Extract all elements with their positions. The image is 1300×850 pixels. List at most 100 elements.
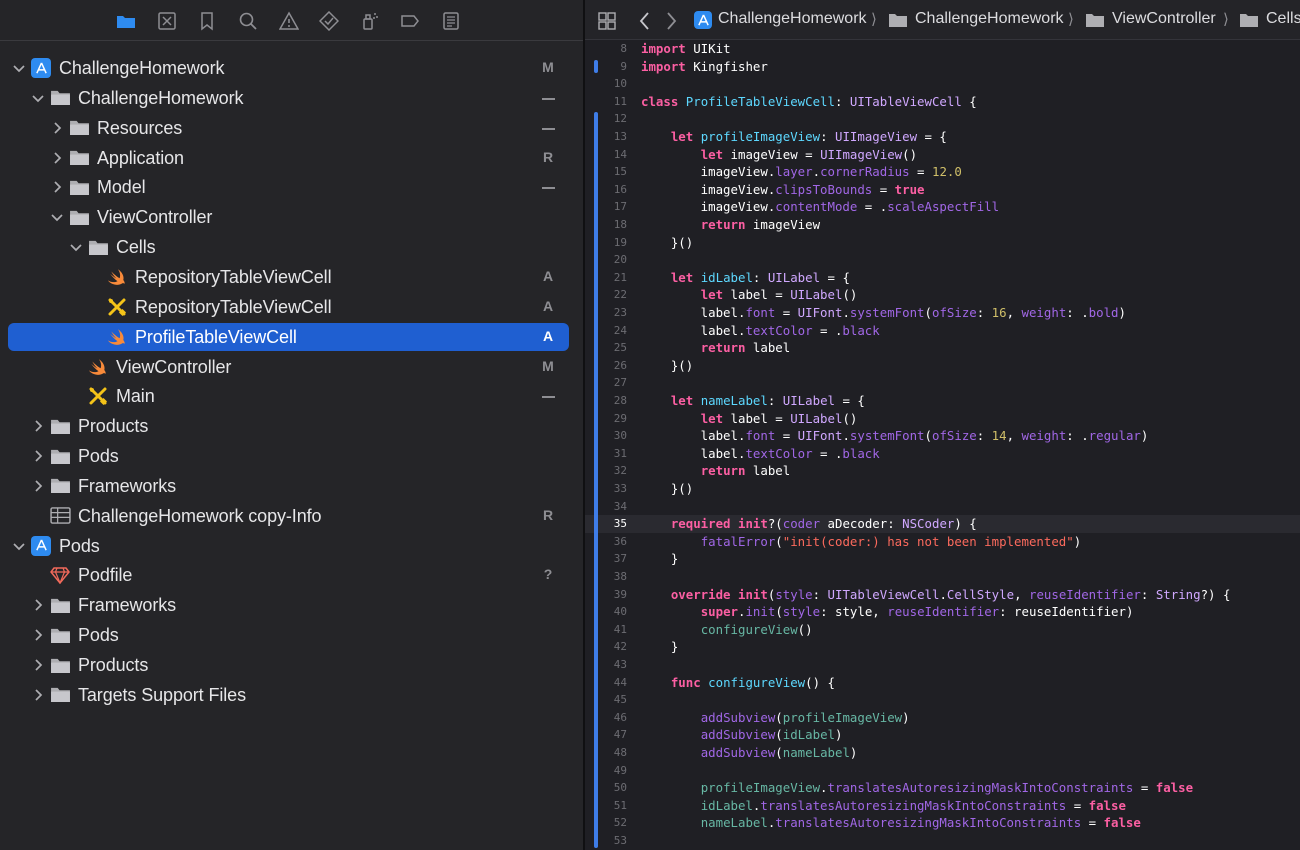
code-line[interactable]: fatalError("init(coder:) has not been im… [641, 533, 1081, 551]
code-area[interactable]: 8 import UIKit 9 import Kingfisher 10 11 class… [585, 40, 1300, 850]
jumpbar-crumb-project[interactable]: ChallengeHomework [718, 10, 867, 28]
code-line[interactable]: } [641, 638, 678, 656]
navigator-item[interactable]: RepositoryTableViewCell A [8, 263, 569, 291]
code-line[interactable]: }() [641, 480, 693, 498]
navigator-item-label: ChallengeHomework [59, 58, 225, 78]
code-line[interactable]: idLabel.translatesAutoresizingMaskIntoCo… [641, 797, 1126, 815]
code-line[interactable]: let nameLabel: UILabel = { [641, 392, 865, 410]
code-line[interactable]: label.font = UIFont.systemFont(ofSize: 1… [641, 304, 1126, 322]
navigator-item-label: ViewController [116, 356, 232, 377]
code-line[interactable]: return imageView [641, 216, 820, 234]
navigator-item[interactable]: ProfileTableViewCell A [8, 322, 569, 351]
code-line[interactable]: }() [641, 357, 693, 375]
code-line[interactable]: let imageView = UIImageView() [641, 146, 917, 164]
navigator-item[interactable]: Frameworks [8, 591, 569, 619]
navigator-item[interactable]: Podfile? [8, 561, 569, 589]
code-line[interactable]: let label = UILabel() [641, 410, 858, 428]
navigator-item[interactable]: ViewController [8, 203, 569, 231]
navigator-item[interactable]: Cells [8, 233, 569, 261]
jumpbar-crumb-viewcontroller[interactable]: ViewController [1112, 10, 1216, 28]
disclosure-chevron-right-icon[interactable] [50, 180, 64, 194]
code-line[interactable]: let label = UILabel() [641, 286, 858, 304]
code-line[interactable]: addSubview(profileImageView) [641, 709, 910, 727]
navigator-item[interactable]: Products [8, 412, 569, 440]
code-line[interactable]: addSubview(idLabel) [641, 726, 843, 744]
navigator-item[interactable]: ChallengeHomework copy-Info R [8, 502, 569, 530]
code-token: idLabel [700, 797, 753, 813]
code-line[interactable]: override init(style: UITableViewCell.Cel… [641, 586, 1231, 604]
navigator-item[interactable]: ChallengeHomework M [8, 54, 569, 82]
code-line[interactable]: label.textColor = .black [641, 445, 880, 463]
code-line[interactable]: } [641, 550, 678, 568]
navigator-item[interactable]: Products [8, 651, 569, 679]
find-navigator-search-icon[interactable] [236, 9, 260, 33]
code-line[interactable]: imageView.clipsToBounds = true [641, 181, 925, 199]
disclosure-chevron-right-icon[interactable] [31, 688, 45, 702]
code-line[interactable]: label.textColor = .black [641, 322, 880, 340]
bookmark-navigator-icon[interactable] [195, 9, 219, 33]
report-navigator-icon[interactable] [439, 9, 463, 33]
code-token: UILabel [767, 269, 821, 285]
navigator-item[interactable]: Frameworks [8, 472, 569, 500]
code-line[interactable]: func configureView() { [641, 674, 835, 692]
code-line[interactable]: imageView.contentMode = .scaleAspectFill [641, 198, 999, 216]
code-token: ofSize [931, 428, 977, 444]
navigator-item[interactable]: Pods [8, 442, 569, 470]
disclosure-chevron-down-icon[interactable] [31, 91, 45, 105]
project-navigator-folder-icon[interactable] [114, 9, 138, 33]
code-token: . [842, 428, 850, 444]
disclosure-chevron-right-icon[interactable] [50, 151, 64, 165]
code-line[interactable]: }() [641, 234, 693, 252]
code-line[interactable]: profileImageView.translatesAutoresizingM… [641, 779, 1193, 797]
code-line[interactable]: required init?(coder aDecoder: NSCoder) … [641, 515, 977, 533]
disclosure-chevron-down-icon[interactable] [69, 240, 83, 254]
code-line[interactable]: configureView() [641, 621, 813, 639]
issue-navigator-warning-icon[interactable] [277, 9, 301, 33]
code-line[interactable]: let profileImageView: UIImageView = { [641, 128, 947, 146]
disclosure-chevron-right-icon[interactable] [31, 479, 45, 493]
navigator-item[interactable]: Pods [8, 532, 569, 560]
jumpbar-crumb-group[interactable]: ChallengeHomework [915, 10, 1064, 28]
disclosure-chevron-right-icon[interactable] [31, 419, 45, 433]
navigator-item[interactable]: Targets Support Files [8, 681, 569, 709]
source-control-status-dash [542, 187, 555, 190]
disclosure-chevron-right-icon[interactable] [31, 598, 45, 612]
navigator-item[interactable]: Application R [8, 144, 569, 172]
code-token: return [700, 463, 746, 479]
navigator-item[interactable]: RepositoryTableViewCell A [8, 293, 569, 321]
back-chevron-icon[interactable] [633, 9, 657, 33]
code-line[interactable]: super.init(style: style, reuseIdentifier… [641, 603, 1134, 621]
source-control-navigator-icon[interactable] [155, 9, 179, 33]
breakpoint-navigator-icon[interactable] [398, 9, 422, 33]
navigator-item[interactable]: Main [8, 382, 569, 410]
navigator-item[interactable]: ViewController M [8, 353, 569, 381]
jumpbar-crumb-cells[interactable]: Cells [1266, 10, 1300, 28]
code-line[interactable]: class ProfileTableViewCell: UITableViewC… [641, 93, 977, 111]
disclosure-chevron-right-icon[interactable] [31, 449, 45, 463]
code-token: systemFont [849, 305, 925, 320]
code-line[interactable]: return label [641, 339, 791, 357]
navigator-item[interactable]: Resources [8, 114, 569, 142]
code-line[interactable]: addSubview(nameLabel) [641, 744, 858, 762]
code-line[interactable]: imageView.layer.cornerRadius = 12.0 [641, 163, 962, 181]
debug-navigator-spray-icon[interactable] [358, 9, 382, 33]
code-line[interactable]: import Kingfisher [641, 58, 768, 76]
disclosure-chevron-down-icon[interactable] [12, 539, 26, 553]
code-line[interactable]: return label [641, 462, 791, 480]
disclosure-chevron-right-icon[interactable] [31, 628, 45, 642]
navigator-item[interactable]: ChallengeHomework [8, 84, 569, 112]
code-line[interactable]: let idLabel: UILabel = { [641, 269, 850, 287]
disclosure-chevron-down-icon[interactable] [50, 210, 64, 224]
disclosure-chevron-right-icon[interactable] [50, 121, 64, 135]
code-line[interactable]: label.font = UIFont.systemFont(ofSize: 1… [641, 427, 1149, 445]
disclosure-chevron-right-icon[interactable] [31, 658, 45, 672]
navigator-item[interactable]: Model [8, 173, 569, 201]
forward-chevron-icon[interactable] [659, 9, 683, 33]
code-line[interactable]: nameLabel.translatesAutoresizingMaskInto… [641, 814, 1141, 832]
related-items-grid-icon[interactable] [595, 9, 619, 33]
navigator-item[interactable]: Pods [8, 621, 569, 649]
test-navigator-diamond-icon[interactable] [317, 9, 341, 33]
code-line[interactable]: import UIKit [641, 40, 731, 58]
disclosure-chevron-down-icon[interactable] [12, 61, 26, 75]
